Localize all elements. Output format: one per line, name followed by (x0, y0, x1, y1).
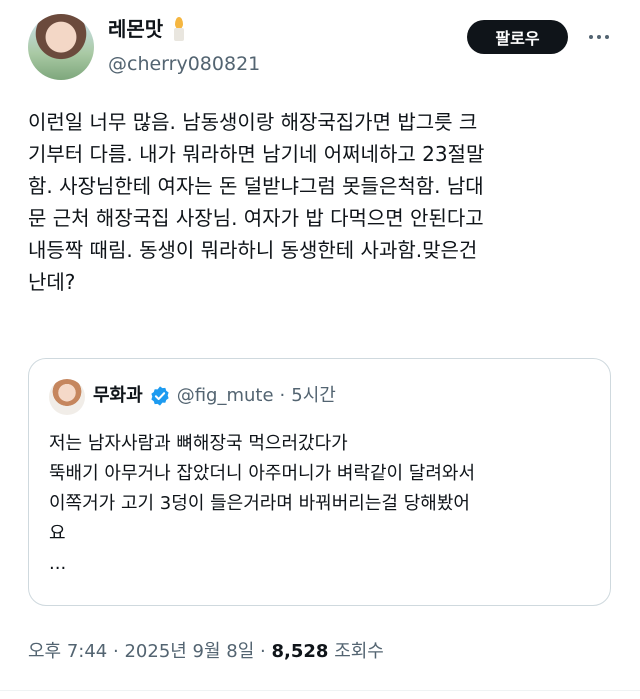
candle-icon (169, 16, 189, 42)
author-display-name[interactable]: 레몬맛 (108, 16, 163, 42)
meta-separator: · (113, 641, 119, 662)
author-name-row: 레몬맛 (108, 16, 189, 42)
more-options-icon[interactable] (584, 27, 614, 47)
views-label: 조회수 (334, 641, 384, 662)
quote-separator: · (279, 385, 286, 406)
quote-author-name[interactable]: 무화과 (93, 381, 143, 411)
verified-badge-icon (151, 386, 169, 406)
quote-author-avatar[interactable] (49, 379, 85, 415)
follow-button[interactable]: 팔로우 (467, 20, 568, 54)
quote-header: 무화과 @fig_mute · 5시간 (93, 381, 336, 411)
author-avatar[interactable] (28, 14, 94, 80)
tweet-text: 이런일 너무 많음. 남동생이랑 해장국집가면 밥그릇 크 기부터 다름. 내가… (28, 110, 485, 294)
author-handle[interactable]: @cherry080821 (108, 52, 260, 76)
tweet-meta: 오후 7:44 · 2025년 9월 8일 · 8,528 조회수 (28, 638, 384, 666)
quote-text: 저는 남자사람과 뼈해장국 먹으러갔다가 뚝배기 아무거나 잡았더니 아주머니가… (49, 433, 476, 574)
quote-author-handle[interactable]: @fig_mute (177, 381, 274, 411)
tweet-time[interactable]: 오후 7:44 (28, 641, 107, 662)
tweet-date[interactable]: 2025년 9월 8일 (124, 641, 254, 662)
quote-tweet-card[interactable]: 무화과 @fig_mute · 5시간 저는 남자사람과 뼈해장국 먹으러갔다가… (28, 358, 611, 606)
quote-timestamp[interactable]: 5시간 (291, 381, 336, 411)
meta-separator: · (260, 641, 266, 662)
divider (0, 690, 640, 691)
views-count: 8,528 (271, 641, 329, 662)
tweet-header: 레몬맛 @cherry080821 팔로우 (0, 0, 640, 92)
